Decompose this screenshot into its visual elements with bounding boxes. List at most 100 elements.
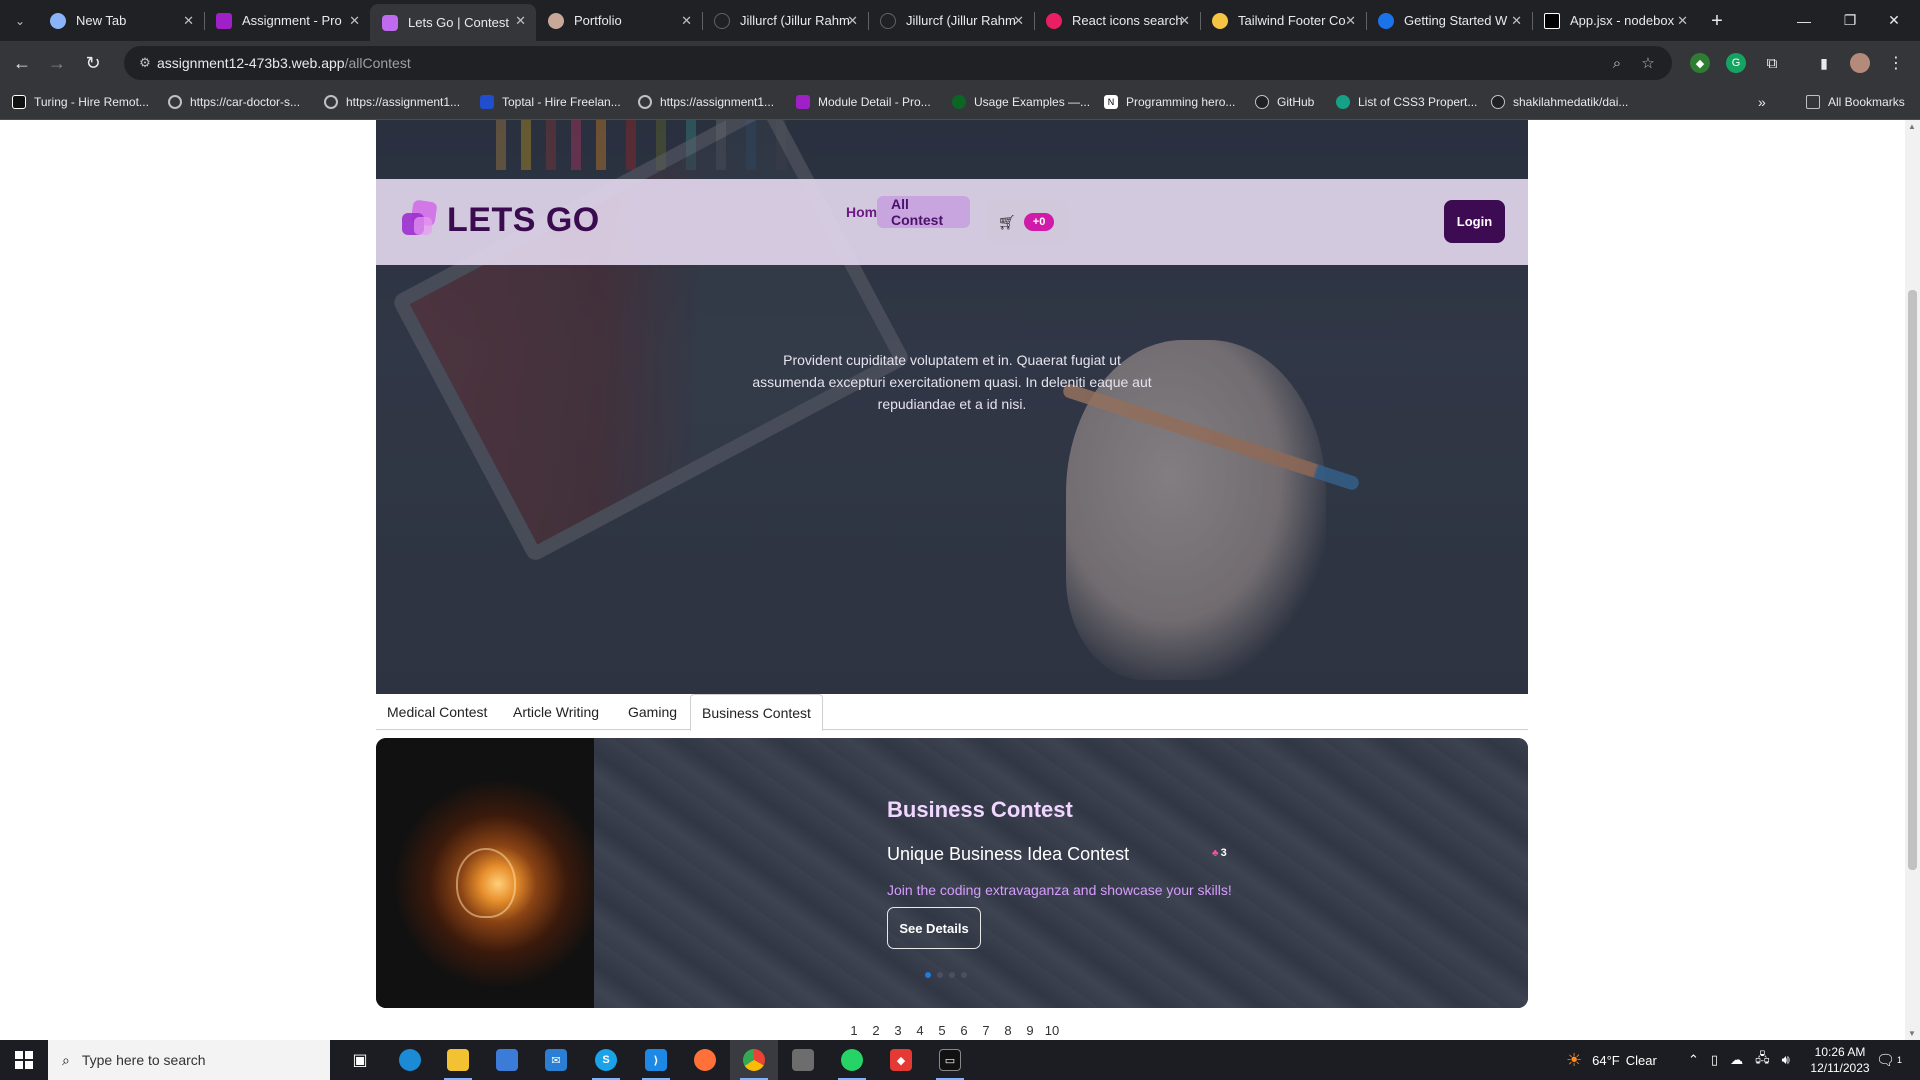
window-close-icon[interactable]: ✕ bbox=[1866, 0, 1920, 41]
bookmark-item[interactable]: Module Detail - Pro... bbox=[796, 92, 931, 112]
page-number[interactable]: 7 bbox=[975, 1023, 997, 1038]
carousel-dot[interactable] bbox=[937, 972, 943, 978]
edge-icon[interactable] bbox=[386, 1040, 434, 1080]
scrollbar-thumb[interactable] bbox=[1908, 290, 1917, 870]
browser-tab[interactable]: Getting Started W ✕ bbox=[1366, 4, 1532, 37]
bookmark-item[interactable]: Turing - Hire Remot... bbox=[12, 92, 149, 112]
extension-green-icon[interactable]: ◆ bbox=[1690, 53, 1710, 73]
site-logo-text[interactable]: LETS GO bbox=[447, 201, 600, 240]
all-bookmarks-folder[interactable]: All Bookmarks bbox=[1806, 92, 1905, 112]
close-icon[interactable]: ✕ bbox=[847, 13, 858, 29]
browser-tab[interactable]: Jillurcf (Jillur Rahm ✕ bbox=[702, 4, 868, 37]
whatsapp-icon[interactable] bbox=[828, 1040, 876, 1080]
onedrive-icon[interactable]: ☁ bbox=[1730, 1052, 1743, 1068]
mail-icon[interactable]: ✉ bbox=[532, 1040, 580, 1080]
bookmark-item[interactable]: List of CSS3 Propert... bbox=[1336, 92, 1477, 112]
tab-article-writing[interactable]: Article Writing bbox=[502, 694, 610, 730]
login-button[interactable]: Login bbox=[1444, 200, 1505, 243]
bookmark-item[interactable]: https://assignment1... bbox=[324, 92, 460, 112]
terminal-icon[interactable]: ▭ bbox=[926, 1040, 974, 1080]
browser-tab[interactable]: Jillurcf (Jillur Rahm ✕ bbox=[868, 4, 1034, 37]
bookmark-item[interactable]: N Programming hero... bbox=[1104, 92, 1235, 112]
close-icon[interactable]: ✕ bbox=[1677, 13, 1688, 29]
forward-arrow-icon[interactable]: → bbox=[43, 49, 71, 77]
scroll-up-arrow-icon[interactable]: ▲ bbox=[1908, 122, 1916, 131]
tab-gaming[interactable]: Gaming bbox=[617, 694, 688, 730]
bookmark-item[interactable]: https://assignment1... bbox=[638, 92, 774, 112]
tab-medical-contest[interactable]: Medical Contest bbox=[376, 694, 498, 730]
grammarly-icon[interactable]: G bbox=[1726, 53, 1746, 73]
chrome-menu-icon[interactable]: ⋮ bbox=[1886, 53, 1906, 73]
browser-tab[interactable]: Assignment - Pro ✕ bbox=[204, 4, 370, 37]
vscode-icon[interactable]: ⟩ bbox=[632, 1040, 680, 1080]
bookmark-item[interactable]: shakilahmedatik/dai... bbox=[1491, 92, 1628, 112]
see-details-button[interactable]: See Details bbox=[887, 907, 981, 949]
browser-tab[interactable]: React icons search ✕ bbox=[1034, 4, 1200, 37]
network-icon[interactable]: 🖧︎ bbox=[1755, 1049, 1770, 1071]
bookmark-item[interactable]: https://car-doctor-s... bbox=[168, 92, 300, 112]
anydesk-icon[interactable]: ◆ bbox=[877, 1040, 925, 1080]
chrome-taskbar-icon[interactable] bbox=[730, 1040, 778, 1080]
page-number[interactable]: 3 bbox=[887, 1023, 909, 1038]
hero-description: Provident cupiditate voluptatem et in. Q… bbox=[752, 352, 1152, 412]
close-icon[interactable]: ✕ bbox=[1179, 13, 1190, 29]
side-panel-icon[interactable]: ▮ bbox=[1814, 53, 1834, 73]
page-number[interactable]: 9 bbox=[1019, 1023, 1041, 1038]
battery-icon[interactable]: ▯ bbox=[1711, 1052, 1718, 1068]
extensions-puzzle-icon[interactable]: ⧉ bbox=[1762, 53, 1782, 73]
browser-tab-active[interactable]: Lets Go | Contest ✕ bbox=[370, 4, 536, 41]
close-icon[interactable]: ✕ bbox=[183, 13, 194, 29]
more-bookmarks-chevron-icon[interactable]: » bbox=[1758, 92, 1766, 112]
carousel-dot-active[interactable] bbox=[925, 972, 931, 978]
page-number[interactable]: 2 bbox=[865, 1023, 887, 1038]
browser-tab[interactable]: Tailwind Footer Co ✕ bbox=[1200, 4, 1366, 37]
profile-avatar[interactable] bbox=[1850, 53, 1870, 73]
zoom-magnifier-icon[interactable]: ⌕ bbox=[1608, 54, 1626, 72]
page-number[interactable]: 10 bbox=[1041, 1023, 1063, 1038]
windows-start-button[interactable] bbox=[0, 1040, 48, 1080]
firefox-icon[interactable] bbox=[681, 1040, 729, 1080]
close-icon[interactable]: ✕ bbox=[349, 13, 360, 29]
site-info-icon[interactable]: ⚙ bbox=[136, 54, 154, 72]
store-icon[interactable] bbox=[483, 1040, 531, 1080]
cart-button[interactable]: 🛒︎ +0 bbox=[986, 200, 1068, 244]
file-explorer-icon[interactable] bbox=[434, 1040, 482, 1080]
notification-center-icon[interactable]: 🗨︎ 1 bbox=[1876, 1040, 1902, 1080]
browser-tab[interactable]: Portfolio ✕ bbox=[536, 4, 702, 37]
reload-icon[interactable]: ↻ bbox=[79, 49, 107, 77]
bookmark-star-icon[interactable]: ☆ bbox=[1639, 54, 1657, 72]
taskbar-clock[interactable]: 10:26 AM 12/11/2023 bbox=[1806, 1044, 1874, 1076]
page-number[interactable]: 5 bbox=[931, 1023, 953, 1038]
page-number[interactable]: 8 bbox=[997, 1023, 1019, 1038]
new-tab-plus-icon[interactable]: + bbox=[1704, 8, 1730, 34]
browser-tab[interactable]: New Tab ✕ bbox=[38, 4, 204, 37]
page-number[interactable]: 6 bbox=[953, 1023, 975, 1038]
volume-icon[interactable]: 🔊︎ bbox=[1782, 1052, 1790, 1068]
task-view-icon[interactable]: ▣ bbox=[336, 1040, 384, 1080]
close-icon[interactable]: ✕ bbox=[1511, 13, 1522, 29]
bookmark-item[interactable]: Toptal - Hire Freelan... bbox=[480, 92, 621, 112]
taskbar-search-input[interactable]: ⌕ Type here to search bbox=[48, 1040, 330, 1080]
close-icon[interactable]: ✕ bbox=[1013, 13, 1024, 29]
close-icon[interactable]: ✕ bbox=[681, 13, 692, 29]
close-icon[interactable]: ✕ bbox=[515, 13, 526, 29]
page-scrollbar[interactable]: ▲ ▼ bbox=[1905, 120, 1920, 1040]
nav-all-contest-link[interactable]: All Contest bbox=[877, 196, 970, 228]
tab-business-contest[interactable]: Business Contest bbox=[690, 694, 823, 731]
page-number[interactable]: 1 bbox=[843, 1023, 865, 1038]
weather-widget[interactable]: ☀ 64°F Clear bbox=[1566, 1040, 1657, 1080]
back-arrow-icon[interactable]: ← bbox=[8, 49, 36, 77]
browser-tab[interactable]: App.jsx - nodebox ✕ bbox=[1532, 4, 1698, 37]
bookmark-item[interactable]: Usage Examples —... bbox=[952, 92, 1090, 112]
scroll-down-arrow-icon[interactable]: ▼ bbox=[1908, 1029, 1916, 1038]
app-window-icon[interactable] bbox=[779, 1040, 827, 1080]
carousel-dot[interactable] bbox=[949, 972, 955, 978]
skype-icon[interactable]: S bbox=[582, 1040, 630, 1080]
address-bar[interactable]: ⚙ assignment12-473b3.web.app/allContest … bbox=[124, 46, 1672, 80]
bookmark-item[interactable]: GitHub bbox=[1255, 92, 1314, 112]
page-number[interactable]: 4 bbox=[909, 1023, 931, 1038]
tab-search-chevron-icon[interactable]: ⌄ bbox=[8, 9, 32, 33]
carousel-dot[interactable] bbox=[961, 972, 967, 978]
close-icon[interactable]: ✕ bbox=[1345, 13, 1356, 29]
show-hidden-icons-chevron-icon[interactable]: ⌃ bbox=[1688, 1052, 1699, 1068]
